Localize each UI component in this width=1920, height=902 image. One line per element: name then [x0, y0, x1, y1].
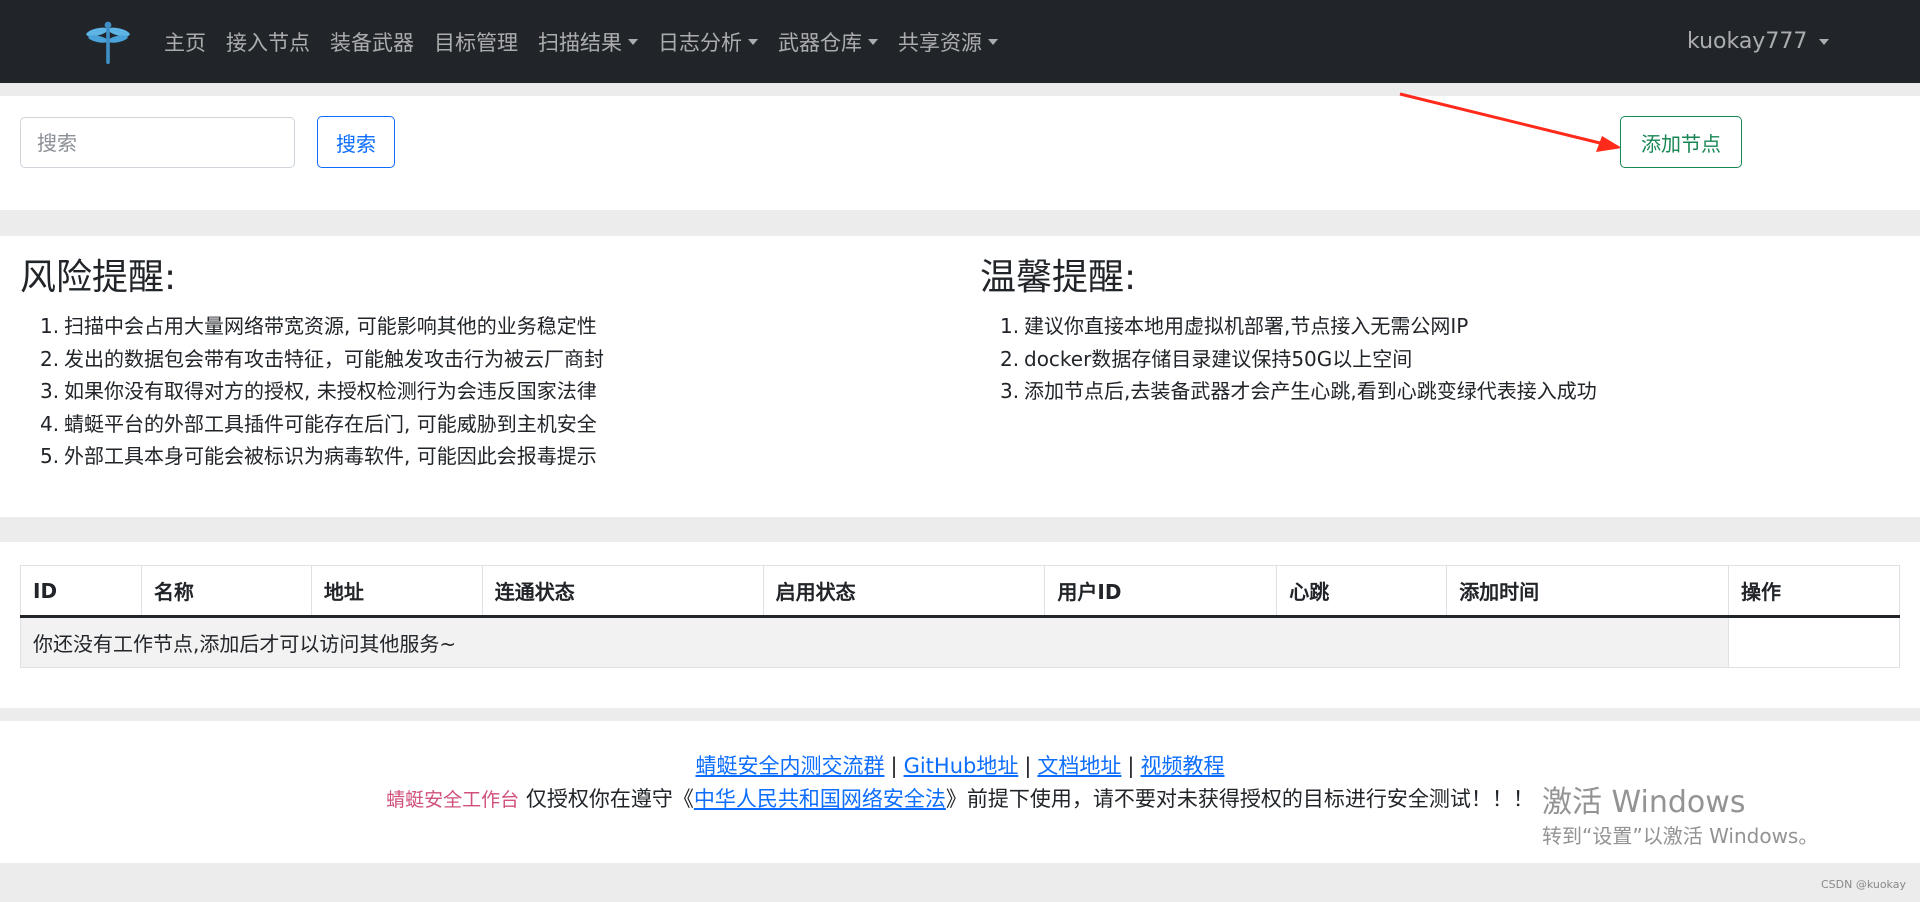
column-header-enabled: 启用状态 — [762, 565, 1046, 618]
column-header-added-time: 添加时间 — [1446, 565, 1730, 618]
nav-item-scan-results[interactable]: 扫描结果 — [528, 27, 648, 57]
list-item: 1. 建议你直接本地用虚拟机部署,节点接入无需公网IP — [1000, 314, 1469, 338]
link-community-group[interactable]: 蜻蜓安全内测交流群 — [695, 754, 884, 778]
windows-activation-watermark: 激活 Windows 转到“设置”以激活 Windows。 — [1542, 784, 1818, 850]
warm-tips-title: 温馨提醒: — [980, 257, 1137, 298]
chevron-down-icon — [988, 38, 998, 45]
list-item: 2. 发出的数据包会带有攻击特征，可能触发攻击行为被云厂商封 — [40, 346, 604, 371]
risk-warning-list: 1. 扫描中会占用大量网络带宽资源, 可能影响其他的业务稳定性 2. 发出的数据包会… — [20, 310, 604, 473]
list-item: 5. 外部工具本身可能会被标识为病毒软件, 可能因此会报毒提示 — [40, 444, 597, 468]
nav-item-targets[interactable]: 目标管理 — [424, 27, 528, 57]
list-item: 3. 添加节点后,去装备武器才会产生心跳,看到心跳变绿代表接入成功 — [1000, 379, 1597, 403]
link-docs[interactable]: 文档地址 — [1037, 754, 1121, 778]
notice-suffix: 》前提下使用，请不要对未获得授权的目标进行安全测试！！！ — [945, 787, 1534, 811]
warm-tips-section: 温馨提醒: 1. 建议你直接本地用虚拟机部署,节点接入无需公网IP 2. docke… — [980, 256, 1597, 408]
list-item: 4. 蜻蜓平台的外部工具插件可能存在后门, 可能威胁到主机安全 — [40, 411, 597, 436]
brand-name: 蜻蜓安全工作台 — [386, 789, 520, 811]
notice-prefix: 仅授权你在遵守《 — [519, 787, 694, 811]
nav-item-home[interactable]: 主页 — [154, 27, 216, 57]
chevron-down-icon — [748, 38, 758, 45]
footer-links: 蜻蜓安全内测交流群 | GitHub地址 | 文档地址 | 视频教程 — [0, 750, 1920, 780]
risk-warning-section: 风险提醒: 1. 扫描中会占用大量网络带宽资源, 可能影响其他的业务稳定性 2. 发… — [20, 256, 604, 473]
dragonfly-logo-icon[interactable] — [84, 18, 132, 66]
column-header-heartbeat: 心跳 — [1276, 565, 1448, 618]
column-header-user-id: 用户ID — [1044, 565, 1278, 618]
column-header-address: 地址 — [310, 565, 483, 618]
nav-menu: 主页 接入节点 装备武器 目标管理 扫描结果 日志分析 武器仓库 共享资源 — [154, 0, 1008, 83]
chevron-down-icon — [628, 38, 638, 45]
csdn-watermark: CSDN @kuokay — [1820, 878, 1906, 891]
table-header-row: ID 名称 地址 连通状态 启用状态 用户ID 心跳 添加时间 操作 — [20, 565, 1900, 618]
nav-item-arsenal[interactable]: 武器仓库 — [768, 27, 888, 57]
link-github[interactable]: GitHub地址 — [904, 754, 1019, 778]
risk-warning-title: 风险提醒: — [20, 257, 177, 298]
chevron-down-icon — [1819, 38, 1830, 45]
table-row: 你还没有工作节点,添加后才可以访问其他服务~ — [19, 616, 1900, 668]
chevron-down-icon — [868, 38, 878, 45]
search-button[interactable]: 搜索 — [317, 116, 395, 168]
list-item: 3. 如果你没有取得对方的授权, 未授权检测行为会违反国家法律 — [40, 379, 597, 403]
link-separator: | — [1127, 754, 1135, 778]
add-node-button[interactable]: 添加节点 — [1620, 116, 1742, 168]
username: kuokay777 — [1687, 29, 1808, 54]
column-header-connectivity: 连通状态 — [481, 565, 764, 618]
nav-item-shared-resources[interactable]: 共享资源 — [888, 27, 1008, 57]
column-header-name: 名称 — [140, 565, 312, 618]
table-cell-actions — [1728, 616, 1900, 668]
search-input[interactable] — [20, 117, 295, 168]
link-separator: | — [890, 754, 898, 778]
search-panel: 搜索 添加节点 — [0, 92, 1920, 210]
nodes-table: ID 名称 地址 连通状态 启用状态 用户ID 心跳 添加时间 操作 你还没有工… — [19, 565, 1900, 668]
nav-item-log-analysis[interactable]: 日志分析 — [648, 27, 768, 57]
top-navbar: 主页 接入节点 装备武器 目标管理 扫描结果 日志分析 武器仓库 共享资源 ku… — [0, 0, 1920, 83]
column-header-actions: 操作 — [1728, 565, 1900, 618]
empty-table-message: 你还没有工作节点,添加后才可以访问其他服务~ — [19, 616, 1730, 668]
tips-panel: 风险提醒: 1. 扫描中会占用大量网络带宽资源, 可能影响其他的业务稳定性 2. 发… — [0, 236, 1920, 517]
nav-item-weapons[interactable]: 装备武器 — [320, 27, 424, 57]
nodes-table-panel: ID 名称 地址 连通状态 启用状态 用户ID 心跳 添加时间 操作 你还没有工… — [0, 542, 1920, 708]
watermark-line-2: 转到“设置”以激活 Windows。 — [1542, 824, 1819, 848]
column-header-id: ID — [20, 565, 142, 618]
watermark-line-1: 激活 Windows — [1542, 785, 1746, 820]
user-menu[interactable]: kuokay777 — [1687, 0, 1830, 83]
link-video-tutorial[interactable]: 视频教程 — [1141, 754, 1225, 778]
annotation-arrow-icon — [1399, 92, 1622, 152]
link-cybersecurity-law[interactable]: 中华人民共和国网络安全法 — [694, 787, 946, 811]
list-item: 1. 扫描中会占用大量网络带宽资源, 可能影响其他的业务稳定性 — [40, 314, 597, 338]
list-item: 2. docker数据存储目录建议保持50G以上空间 — [1000, 346, 1413, 371]
warm-tips-list: 1. 建议你直接本地用虚拟机部署,节点接入无需公网IP 2. docker数据存储目… — [980, 310, 1597, 408]
link-separator: | — [1024, 754, 1032, 778]
nav-item-nodes[interactable]: 接入节点 — [216, 27, 320, 57]
